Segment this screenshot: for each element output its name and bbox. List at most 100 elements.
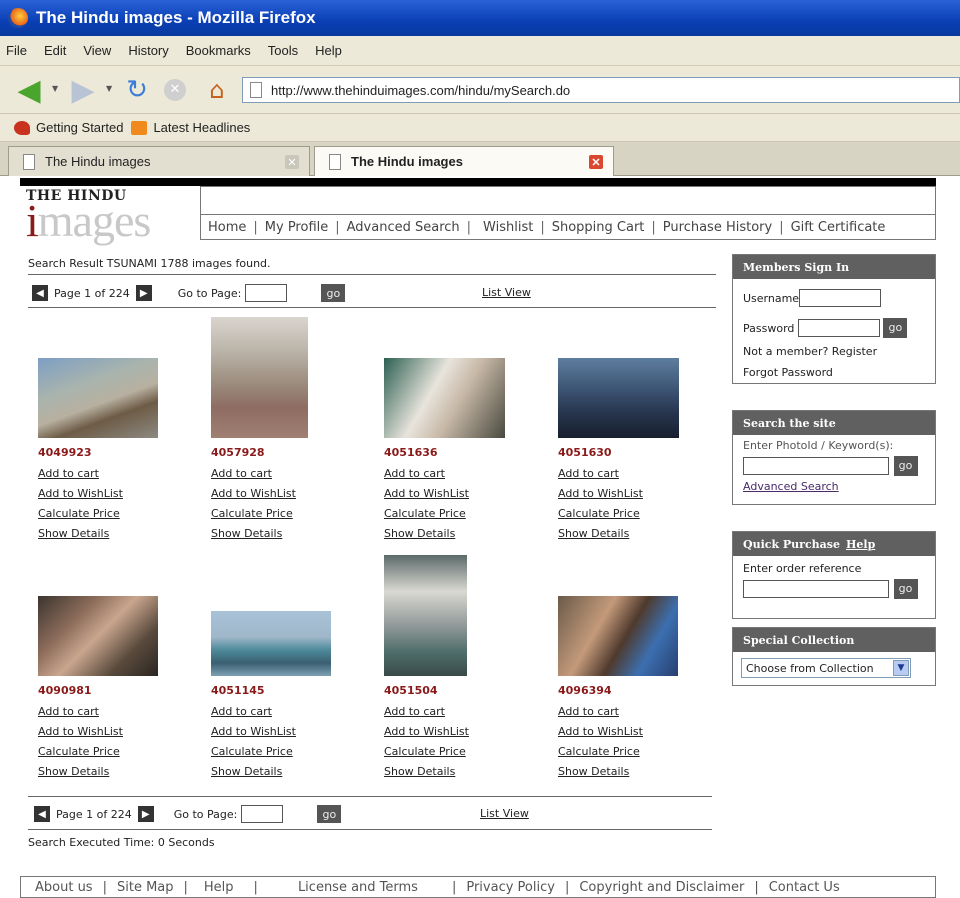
- add-to-wishlist-link[interactable]: Add to WishList: [211, 725, 361, 738]
- footer-license-terms[interactable]: License and Terms: [258, 880, 452, 895]
- add-to-cart-link[interactable]: Add to cart: [384, 705, 534, 718]
- add-to-wishlist-link[interactable]: Add to WishList: [211, 487, 361, 500]
- next-page-icon[interactable]: ▶: [135, 285, 152, 301]
- menu-view[interactable]: View: [83, 43, 111, 58]
- footer-copyright[interactable]: Copyright and Disclaimer: [569, 880, 754, 895]
- collection-select[interactable]: Choose from Collection ▼: [741, 658, 911, 678]
- order-reference-input[interactable]: [743, 580, 889, 598]
- show-details-link[interactable]: Show Details: [558, 527, 708, 540]
- forward-arrow-icon[interactable]: ▶: [66, 73, 100, 108]
- reload-icon[interactable]: ↻: [120, 75, 154, 105]
- prev-page-icon[interactable]: ◀: [34, 806, 50, 822]
- tab-inactive[interactable]: The Hindu images ✕: [8, 146, 310, 176]
- calculate-price-link[interactable]: Calculate Price: [558, 745, 708, 758]
- search-site-input[interactable]: [743, 457, 889, 475]
- nav-gift-certificate[interactable]: Gift Certificate: [784, 220, 893, 235]
- goto-page-input[interactable]: [241, 805, 284, 823]
- add-to-cart-link[interactable]: Add to cart: [38, 467, 188, 480]
- footer-privacy-policy[interactable]: Privacy Policy: [456, 880, 565, 895]
- tab-active[interactable]: The Hindu images ✕: [314, 146, 614, 176]
- add-to-cart-link[interactable]: Add to cart: [384, 467, 534, 480]
- show-details-link[interactable]: Show Details: [211, 527, 361, 540]
- calculate-price-link[interactable]: Calculate Price: [211, 507, 361, 520]
- add-to-wishlist-link[interactable]: Add to WishList: [558, 487, 708, 500]
- list-view-link[interactable]: List View: [482, 286, 531, 299]
- url-bar[interactable]: http://www.thehinduimages.com/hindu/mySe…: [242, 77, 960, 103]
- photo-id[interactable]: 4096394: [558, 684, 708, 697]
- bookmark-latest-headlines[interactable]: Latest Headlines: [153, 120, 250, 135]
- menu-tools[interactable]: Tools: [268, 43, 298, 58]
- calculate-price-link[interactable]: Calculate Price: [211, 745, 361, 758]
- menu-file[interactable]: File: [6, 43, 27, 58]
- menu-bookmarks[interactable]: Bookmarks: [186, 43, 251, 58]
- calculate-price-link[interactable]: Calculate Price: [38, 507, 188, 520]
- add-to-cart-link[interactable]: Add to cart: [211, 705, 361, 718]
- thumbnail-image[interactable]: [211, 611, 331, 676]
- nav-purchase-history[interactable]: Purchase History: [656, 220, 779, 235]
- goto-page-input[interactable]: [245, 284, 288, 302]
- show-details-link[interactable]: Show Details: [384, 765, 534, 778]
- list-view-link[interactable]: List View: [480, 807, 529, 820]
- home-icon[interactable]: ⌂: [200, 75, 234, 105]
- show-details-link[interactable]: Show Details: [211, 765, 361, 778]
- calculate-price-link[interactable]: Calculate Price: [384, 507, 534, 520]
- photo-id[interactable]: 4051504: [384, 684, 534, 697]
- footer-about-us[interactable]: About us: [21, 880, 103, 895]
- photo-id[interactable]: 4057928: [211, 446, 361, 459]
- quick-purchase-help-link[interactable]: Help: [846, 538, 875, 551]
- forward-dropdown-icon[interactable]: ▼: [106, 84, 112, 93]
- quick-purchase-go-button[interactable]: go: [893, 579, 918, 599]
- nav-wishlist[interactable]: Wishlist: [471, 220, 540, 235]
- add-to-wishlist-link[interactable]: Add to WishList: [558, 725, 708, 738]
- photo-id[interactable]: 4051636: [384, 446, 534, 459]
- next-page-icon[interactable]: ▶: [137, 806, 154, 822]
- back-arrow-icon[interactable]: ◀: [12, 73, 46, 108]
- add-to-wishlist-link[interactable]: Add to WishList: [384, 487, 534, 500]
- show-details-link[interactable]: Show Details: [558, 765, 708, 778]
- show-details-link[interactable]: Show Details: [384, 527, 534, 540]
- thumbnail-image[interactable]: [384, 358, 505, 438]
- nav-my-profile[interactable]: My Profile: [258, 220, 335, 235]
- show-details-link[interactable]: Show Details: [38, 765, 188, 778]
- forgot-password-link[interactable]: Forgot Password: [743, 366, 935, 379]
- goto-go-button[interactable]: go: [317, 805, 342, 823]
- search-site-go-button[interactable]: go: [893, 456, 918, 476]
- prev-page-icon[interactable]: ◀: [32, 285, 48, 301]
- footer-help[interactable]: Help: [188, 880, 254, 895]
- menu-edit[interactable]: Edit: [44, 43, 66, 58]
- add-to-wishlist-link[interactable]: Add to WishList: [38, 487, 188, 500]
- add-to-cart-link[interactable]: Add to cart: [38, 705, 188, 718]
- add-to-cart-link[interactable]: Add to cart: [558, 705, 708, 718]
- add-to-cart-link[interactable]: Add to cart: [211, 467, 361, 480]
- photo-id[interactable]: 4051630: [558, 446, 708, 459]
- menu-help[interactable]: Help: [315, 43, 342, 58]
- menu-history[interactable]: History: [128, 43, 168, 58]
- username-input[interactable]: [799, 289, 882, 307]
- thumbnail-image[interactable]: [38, 596, 158, 676]
- thumbnail-image[interactable]: [211, 317, 308, 438]
- thumbnail-image[interactable]: [558, 358, 679, 438]
- nav-advanced-search[interactable]: Advanced Search: [340, 220, 467, 235]
- thumbnail-image[interactable]: [38, 358, 158, 438]
- back-dropdown-icon[interactable]: ▼: [52, 84, 58, 93]
- add-to-wishlist-link[interactable]: Add to WishList: [38, 725, 188, 738]
- footer-contact-us[interactable]: Contact Us: [759, 880, 850, 895]
- nav-shopping-cart[interactable]: Shopping Cart: [545, 220, 652, 235]
- photo-id[interactable]: 4049923: [38, 446, 188, 459]
- add-to-wishlist-link[interactable]: Add to WishList: [384, 725, 534, 738]
- password-input[interactable]: [798, 319, 881, 337]
- calculate-price-link[interactable]: Calculate Price: [38, 745, 188, 758]
- thumbnail-image[interactable]: [384, 555, 467, 676]
- add-to-cart-link[interactable]: Add to cart: [558, 467, 708, 480]
- show-details-link[interactable]: Show Details: [38, 527, 188, 540]
- photo-id[interactable]: 4090981: [38, 684, 188, 697]
- advanced-search-link[interactable]: Advanced Search: [743, 480, 935, 493]
- register-link[interactable]: Not a member? Register: [743, 345, 935, 358]
- close-tab-icon[interactable]: ✕: [589, 155, 603, 169]
- photo-id[interactable]: 4051145: [211, 684, 361, 697]
- calculate-price-link[interactable]: Calculate Price: [384, 745, 534, 758]
- stop-icon[interactable]: ✕: [160, 75, 190, 105]
- nav-home[interactable]: Home: [201, 220, 253, 235]
- close-tab-icon[interactable]: ✕: [285, 155, 299, 169]
- site-logo[interactable]: THE HINDU images: [20, 186, 198, 246]
